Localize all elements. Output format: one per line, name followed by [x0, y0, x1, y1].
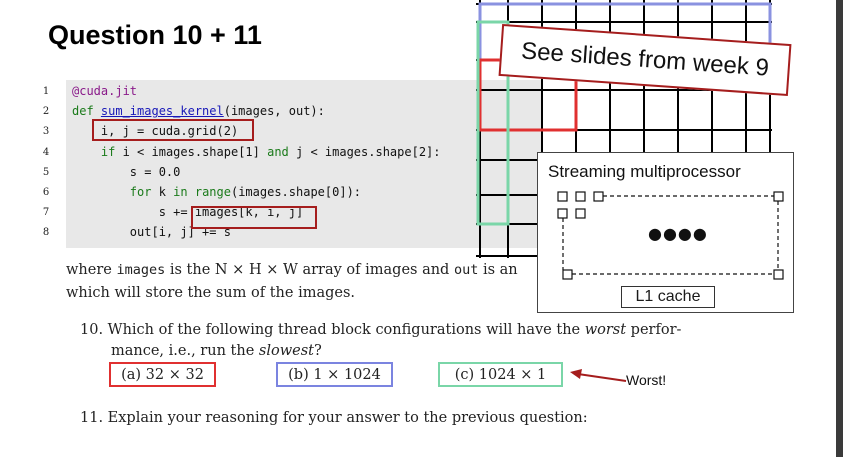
code-line: @cuda.jit — [72, 84, 138, 98]
code-line: for k in range(images.shape[0]): — [129, 185, 362, 199]
l1-cache-label: L1 cache — [621, 286, 715, 308]
highlight-grid-line — [92, 119, 254, 141]
core-square — [773, 191, 784, 202]
cores-ellipsis: ●●●● — [648, 224, 708, 243]
option-b-box[interactable]: (b) 1 × 1024 — [276, 362, 393, 387]
question-10-line-1: 10. Which of the following thread block … — [80, 322, 682, 338]
core-square — [593, 191, 604, 202]
option-c-box[interactable]: (c) 1024 × 1 — [438, 362, 563, 387]
line-number: 4 — [42, 146, 50, 158]
line-number: 3 — [42, 126, 50, 138]
line-number: 6 — [42, 187, 50, 198]
line-number: 1 — [42, 86, 50, 97]
core-square — [575, 191, 586, 202]
code-line: def sum_images_kernel(images, out): — [72, 104, 325, 119]
line-number: 8 — [42, 227, 50, 239]
line-number: 2 — [42, 106, 50, 118]
worst-label: Worst! — [626, 372, 667, 388]
page-title: Question 10 + 11 — [48, 20, 262, 50]
option-a-box[interactable]: (a) 32 × 32 — [109, 362, 216, 387]
streaming-multiprocessor-title: Streaming multiprocessor — [548, 162, 741, 181]
description-line-2: which will store the sum of the images. — [66, 285, 356, 301]
core-square — [575, 208, 586, 219]
question-10-line-2: mance, i.e., run the slowest? — [111, 343, 322, 359]
question-11: 11. Explain your reasoning for your answ… — [80, 410, 588, 426]
line-number: 5 — [42, 166, 50, 178]
code-line: if i < images.shape[1] and j < images.sh… — [100, 144, 441, 159]
line-number: 7 — [42, 207, 50, 219]
core-square — [557, 208, 568, 219]
worst-arrow — [570, 369, 627, 382]
core-square — [557, 191, 568, 202]
core-square — [773, 269, 784, 280]
code-line: s = 0.0 — [129, 164, 181, 179]
core-square — [562, 269, 573, 280]
description-line-1: where images is the N × H × W array of i… — [66, 262, 518, 278]
right-edge-bar — [836, 0, 843, 457]
highlight-images-index — [191, 206, 317, 229]
